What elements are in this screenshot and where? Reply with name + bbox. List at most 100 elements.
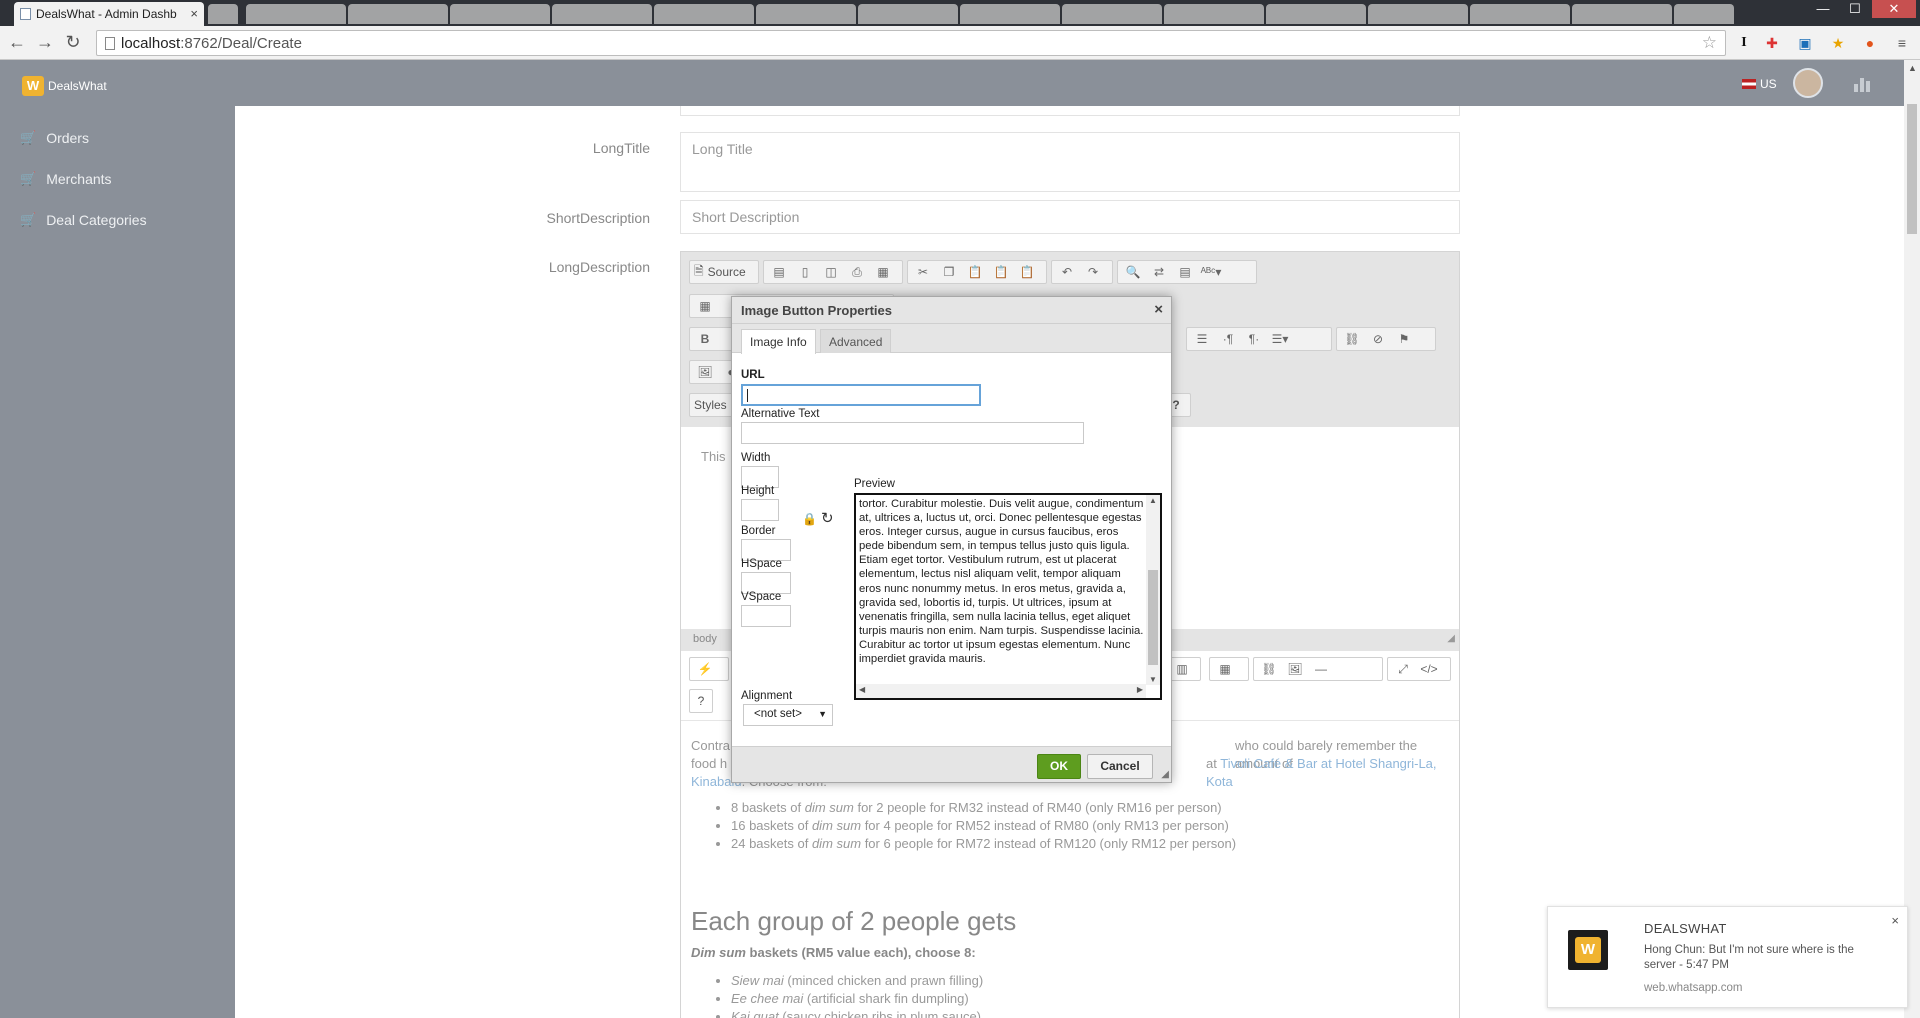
find-icon[interactable]: 🔍: [1122, 263, 1144, 281]
maximize-window-icon[interactable]: ☐: [1840, 0, 1870, 18]
browser-tab[interactable]: [1572, 4, 1672, 24]
ltr-icon[interactable]: ·¶: [1217, 330, 1239, 348]
back-arrow-icon[interactable]: ←: [6, 32, 28, 53]
scroll-left-arrow-icon[interactable]: ◀: [859, 685, 865, 694]
paste-word-icon[interactable]: 📋: [1016, 263, 1038, 281]
image-icon[interactable]: 🖼: [1284, 660, 1306, 678]
sidebar-item-orders[interactable]: 🛒 Orders: [20, 130, 89, 146]
close-icon[interactable]: ×: [1891, 913, 1899, 928]
long-title-input[interactable]: Long Title: [680, 132, 1460, 192]
bar-chart-icon[interactable]: [1854, 74, 1872, 92]
tab-close-icon[interactable]: ×: [190, 6, 198, 21]
sidebar-item-deal-categories[interactable]: 🛒 Deal Categories: [20, 212, 147, 228]
paste-icon[interactable]: 📋: [964, 263, 986, 281]
browser-tab[interactable]: [1266, 4, 1366, 24]
page-scrollbar[interactable]: ▲: [1904, 60, 1920, 1018]
paste-text-icon[interactable]: 📋: [990, 263, 1012, 281]
link-icon[interactable]: ⛓: [1258, 660, 1280, 678]
alternative-text-input[interactable]: [741, 422, 1084, 444]
browser-menu-icon[interactable]: ≡: [1892, 33, 1912, 53]
desktop-notification[interactable]: W DEALSWHAT Hong Chun: But I'm not sure …: [1547, 906, 1908, 1008]
undo-icon[interactable]: ↶: [1056, 263, 1078, 281]
language-selector[interactable]: US: [1742, 77, 1777, 91]
bold-icon[interactable]: B: [694, 330, 716, 348]
bookmark-star-icon[interactable]: ☆: [1702, 33, 1717, 53]
browser-tab[interactable]: [1470, 4, 1570, 24]
print-icon[interactable]: ⎙: [846, 263, 868, 281]
preview-vertical-scrollbar[interactable]: ▲ ▼: [1146, 495, 1160, 685]
dialog-header[interactable]: Image Button Properties ×: [732, 297, 1171, 324]
cancel-button[interactable]: Cancel: [1087, 754, 1153, 779]
extension-icon[interactable]: I: [1734, 33, 1754, 53]
cut-icon[interactable]: ✂: [912, 263, 934, 281]
vspace-input[interactable]: [741, 605, 791, 627]
browser-tab[interactable]: [1062, 4, 1162, 24]
user-avatar[interactable]: [1793, 68, 1823, 98]
sidebar-item-merchants[interactable]: 🛒 Merchants: [20, 171, 112, 187]
extension-icon[interactable]: ★: [1828, 33, 1848, 53]
previous-field[interactable]: [680, 106, 1460, 116]
browser-tab[interactable]: [450, 4, 550, 24]
redo-icon[interactable]: ↷: [1082, 263, 1104, 281]
brand-logo[interactable]: W DealsWhat: [22, 76, 107, 96]
scrollbar-thumb[interactable]: [1148, 570, 1158, 665]
tab-image-info[interactable]: Image Info: [741, 329, 816, 354]
reset-size-icon[interactable]: ↻: [821, 509, 834, 527]
forward-arrow-icon[interactable]: →: [34, 32, 56, 53]
lock-ratio-icon[interactable]: 🔒: [802, 512, 817, 526]
new-page-icon[interactable]: ▯: [794, 263, 816, 281]
select-all-icon[interactable]: ▤: [1174, 263, 1196, 281]
link-icon[interactable]: ⛓: [1341, 330, 1363, 348]
alignment-select[interactable]: <not set> ▼: [743, 704, 833, 726]
extension-icon[interactable]: ▣: [1795, 33, 1815, 53]
form-icon[interactable]: ▦: [694, 297, 716, 315]
browser-tab[interactable]: [858, 4, 958, 24]
scrollbar-thumb[interactable]: [1907, 104, 1917, 234]
url-input[interactable]: [741, 384, 981, 406]
preview-pane[interactable]: tortor. Curabitur molestie. Duis velit a…: [854, 493, 1162, 700]
height-input[interactable]: [741, 499, 779, 521]
browser-tab[interactable]: [756, 4, 856, 24]
close-icon[interactable]: ×: [1154, 301, 1163, 318]
reload-icon[interactable]: ↻: [62, 32, 84, 53]
fullscreen-icon[interactable]: ⤢: [1392, 660, 1414, 678]
replace-icon[interactable]: ⇄: [1148, 263, 1170, 281]
close-window-icon[interactable]: ✕: [1872, 0, 1916, 18]
magic-wand-button[interactable]: ⚡: [689, 657, 729, 681]
anchor-icon[interactable]: ⚑: [1393, 330, 1415, 348]
preview-horizontal-scrollbar[interactable]: ◀ ▶: [856, 684, 1146, 698]
short-description-input[interactable]: Short Description: [680, 200, 1460, 234]
table-button[interactable]: ▦: [1209, 657, 1249, 681]
copy-icon[interactable]: ❐: [938, 263, 960, 281]
ok-button[interactable]: OK: [1037, 754, 1081, 779]
browser-tab[interactable]: [960, 4, 1060, 24]
image-icon[interactable]: 🖼: [694, 363, 716, 381]
source-button[interactable]: 🗎 Source: [689, 260, 759, 284]
rtl-icon[interactable]: ¶·: [1243, 330, 1265, 348]
venue-link[interactable]: Tivoli Café & Bar at Hotel Shangri-La, K…: [1206, 756, 1437, 789]
browser-tab[interactable]: [1674, 4, 1734, 24]
save-icon[interactable]: ▤: [768, 263, 790, 281]
resize-grip-icon[interactable]: ◢: [1161, 769, 1169, 780]
tab-advanced[interactable]: Advanced: [820, 329, 892, 353]
extension-icon[interactable]: ✚: [1762, 33, 1782, 53]
spellcheck-icon[interactable]: ᴬᴮᶜ▾: [1200, 263, 1222, 281]
address-bar[interactable]: localhost:8762/Deal/Create ☆: [96, 30, 1726, 56]
unlink-icon[interactable]: ⊘: [1367, 330, 1389, 348]
scroll-up-arrow-icon[interactable]: ▲: [1908, 63, 1917, 73]
code-icon[interactable]: </>: [1418, 660, 1440, 678]
browser-tab[interactable]: [552, 4, 652, 24]
browser-tab[interactable]: [246, 4, 346, 24]
extension-icon[interactable]: ●: [1860, 33, 1880, 53]
editor-resize-icon[interactable]: ◢: [1447, 633, 1455, 644]
browser-tab[interactable]: [348, 4, 448, 24]
justify-icon[interactable]: ☰: [1191, 330, 1213, 348]
scroll-up-arrow-icon[interactable]: ▲: [1149, 496, 1157, 505]
minimize-window-icon[interactable]: —: [1808, 0, 1838, 18]
horizontal-rule-icon[interactable]: ―: [1310, 660, 1332, 678]
browser-tab[interactable]: [1368, 4, 1468, 24]
preview-icon[interactable]: ◫: [820, 263, 842, 281]
element-path[interactable]: body: [693, 633, 717, 645]
scroll-down-arrow-icon[interactable]: ▼: [1149, 675, 1157, 684]
browser-tab[interactable]: [654, 4, 754, 24]
